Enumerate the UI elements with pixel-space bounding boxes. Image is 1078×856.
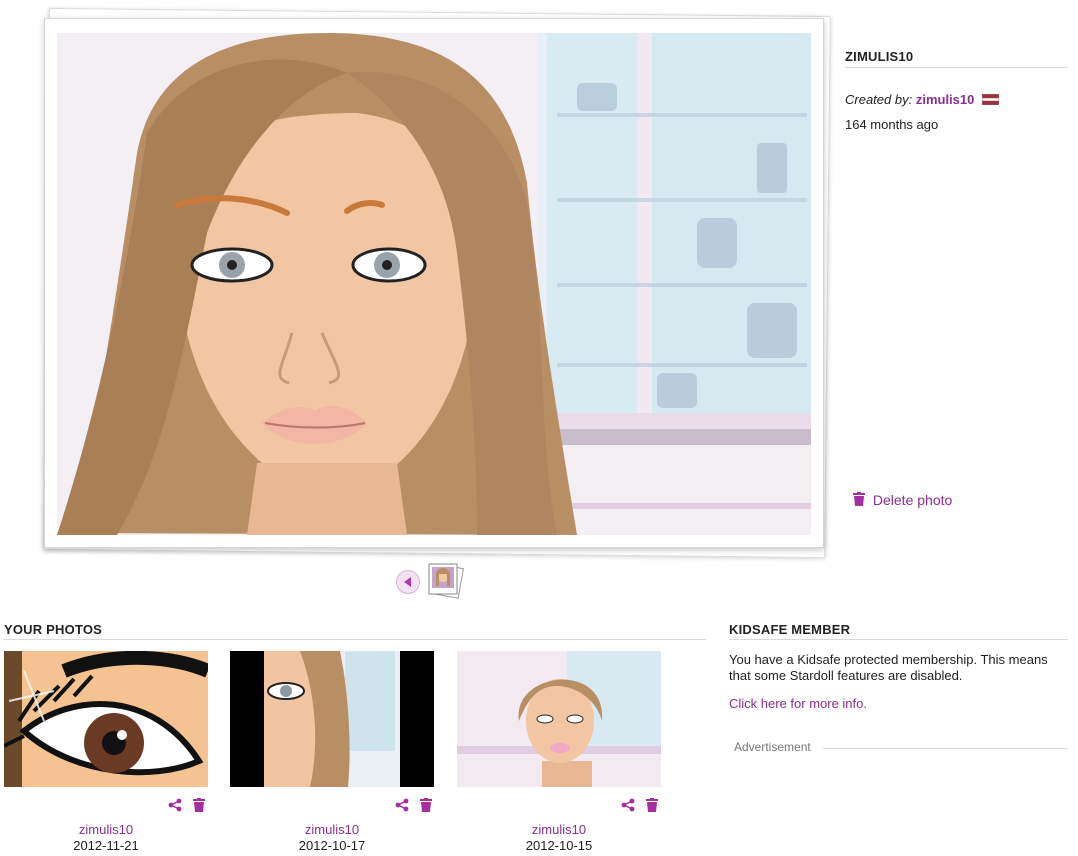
kidsafe-text: You have a Kidsafe protected membership.… bbox=[729, 652, 1048, 683]
photo-stack-thumb[interactable] bbox=[425, 560, 465, 600]
photo-thumb-1[interactable] bbox=[4, 651, 208, 787]
prev-arrow-icon bbox=[404, 577, 411, 587]
main-photo[interactable] bbox=[57, 33, 811, 535]
delete-button-3[interactable] bbox=[646, 798, 658, 815]
trash-icon bbox=[646, 798, 658, 812]
thumb-user-link[interactable]: zimulis10 bbox=[230, 822, 434, 837]
prev-button[interactable] bbox=[396, 570, 420, 594]
divider bbox=[4, 639, 706, 640]
divider bbox=[845, 67, 1068, 68]
main-photo-frame bbox=[44, 18, 824, 548]
share-button-2[interactable] bbox=[395, 798, 409, 815]
kidsafe-title: KIDSAFE MEMBER bbox=[729, 622, 851, 637]
share-button-1[interactable] bbox=[168, 798, 182, 815]
share-icon bbox=[168, 798, 182, 812]
share-icon bbox=[395, 798, 409, 812]
owner-name: ZIMULIS10 bbox=[845, 49, 914, 64]
more-info-link[interactable]: Click here for more info. bbox=[729, 696, 867, 711]
trash-icon bbox=[193, 798, 205, 812]
photo-stack-icon bbox=[428, 563, 464, 599]
thumb-date: 2012-10-17 bbox=[298, 838, 366, 853]
delete-photo-label: Delete photo bbox=[872, 492, 953, 508]
eye-closeup-image bbox=[4, 651, 208, 787]
advertisement-label: Advertisement bbox=[734, 740, 811, 754]
delete-button-2[interactable] bbox=[420, 798, 432, 815]
thumb-date: 2012-10-15 bbox=[525, 838, 593, 853]
created-by-label: Created by: bbox=[845, 92, 913, 107]
photo-age: 164 months ago bbox=[845, 117, 939, 132]
share-button-3[interactable] bbox=[621, 798, 635, 815]
thumb-user-link[interactable]: zimulis10 bbox=[457, 822, 661, 837]
creator-link[interactable]: zimulis10 bbox=[916, 92, 975, 107]
photo-thumb-2[interactable] bbox=[230, 651, 434, 787]
doll-bob-image bbox=[457, 651, 661, 787]
photo-thumb-3[interactable] bbox=[457, 651, 661, 787]
divider bbox=[729, 639, 1068, 640]
created-by-line: Created by: zimulis10 bbox=[845, 92, 1000, 107]
share-icon bbox=[621, 798, 635, 812]
flag-icon bbox=[981, 93, 1000, 106]
trash-icon bbox=[853, 492, 865, 506]
delete-photo-link[interactable]: Delete photo bbox=[853, 492, 952, 508]
doll-side-image bbox=[230, 651, 434, 787]
thumb-date: 2012-11-21 bbox=[73, 838, 139, 853]
your-photos-title: YOUR PHOTOS bbox=[4, 622, 103, 637]
delete-button-1[interactable] bbox=[193, 798, 205, 815]
thumb-user-link[interactable]: zimulis10 bbox=[4, 822, 208, 837]
trash-icon bbox=[420, 798, 432, 812]
doll-face-image bbox=[57, 33, 811, 535]
divider bbox=[823, 748, 1068, 749]
